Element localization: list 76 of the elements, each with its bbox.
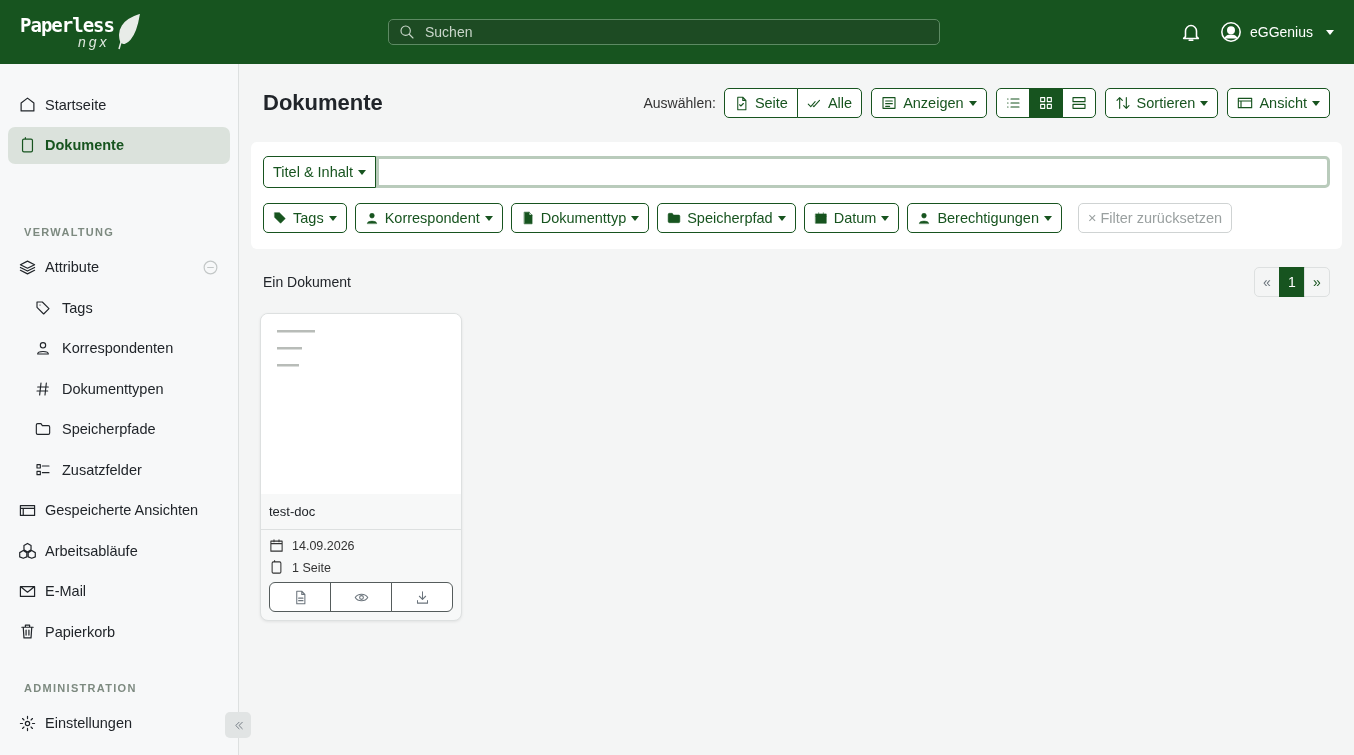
view-button[interactable]: Ansicht <box>1227 88 1330 118</box>
search-icon <box>399 24 415 40</box>
documents-icon <box>19 136 36 154</box>
collapse-icon <box>202 258 219 276</box>
section-heading: ADMINISTRATION <box>23 680 138 696</box>
document-card[interactable]: test-doc 14.09.2026 1 Seite <box>260 313 462 621</box>
sidebar-item[interactable]: E-Mail <box>8 572 98 610</box>
section-heading: VERWALTUNG <box>23 224 116 240</box>
sidebar-item[interactable]: Speicherpfade <box>8 410 167 448</box>
sidebar-item[interactable]: Dokumente <box>8 126 230 164</box>
search-field[interactable]: Suchen <box>388 19 940 45</box>
calendar-icon <box>813 211 828 225</box>
folder-icon <box>35 421 51 437</box>
grid-icon <box>1037 95 1054 111</box>
list-icon <box>1004 95 1021 111</box>
sidebar-item[interactable]: Korrespondenten <box>8 329 185 367</box>
home-icon <box>19 96 36 113</box>
caret-icon <box>1326 29 1334 35</box>
sidebar-item[interactable]: Gespeicherte Ansichten <box>8 491 210 529</box>
person-icon <box>35 340 51 356</box>
select-page-button[interactable]: Seite <box>723 88 798 118</box>
display-button[interactable]: Anzeigen <box>871 88 987 118</box>
filter-dropdown[interactable]: Dokumenttyp <box>510 203 650 233</box>
sidebar-item[interactable]: Zusatzfelder <box>8 451 153 488</box>
sidebar-item[interactable]: Arbeitsabläufe <box>8 532 149 569</box>
page-title: Dokumente <box>263 90 383 116</box>
preview-button[interactable] <box>330 582 392 612</box>
document-date: 14.09.2026 <box>292 538 355 553</box>
filter-dropdown[interactable]: Speicherpfad <box>657 203 796 233</box>
person-icon <box>364 211 379 225</box>
tag-icon <box>35 299 51 316</box>
logo-title: Paperless <box>20 14 114 36</box>
text-box-icon <box>881 95 898 111</box>
layers-icon <box>19 258 36 276</box>
pagination-button[interactable]: » <box>1304 267 1330 297</box>
search-input[interactable]: Suchen <box>423 23 929 41</box>
document-button[interactable] <box>269 582 331 612</box>
folder-icon <box>667 211 682 225</box>
sidebar-item[interactable]: Dokumenttypen <box>8 370 175 407</box>
pagination-button[interactable]: 1 <box>1279 267 1305 297</box>
download-button[interactable] <box>391 582 453 612</box>
download-icon <box>414 589 430 605</box>
filter-dropdown[interactable]: Datum <box>803 203 900 233</box>
user-menu-button[interactable]: eGGenius <box>1219 21 1334 43</box>
view-mode-button[interactable] <box>1061 88 1096 118</box>
result-count: Ein Dokument <box>263 274 351 290</box>
list-icon <box>35 461 51 478</box>
trash-icon <box>19 623 36 640</box>
search-mode-dropdown[interactable]: Titel & Inhalt <box>263 156 377 188</box>
sidebar-item[interactable]: Startseite <box>8 86 230 123</box>
filter-dropdown[interactable]: Berechtigungen <box>907 203 1062 233</box>
sidebar-item[interactable]: Papierkorb <box>8 613 127 650</box>
select-all-button[interactable]: Alle <box>796 88 863 118</box>
sort-icon <box>1114 95 1131 111</box>
hash-icon <box>35 380 51 397</box>
view-mode-button[interactable] <box>995 88 1030 118</box>
sidebar-item[interactable]: Attribute <box>8 248 230 286</box>
avatar-icon <box>1219 21 1242 43</box>
select-label: Auswählen: <box>643 95 716 111</box>
view-mode-button[interactable] <box>1028 88 1063 118</box>
calendar-icon <box>269 538 284 553</box>
logo-subtitle: ngx <box>78 34 110 50</box>
sidebar-item[interactable]: Tags <box>8 289 104 326</box>
tag-icon <box>273 211 287 225</box>
filter-dropdown[interactable]: Korrespondent <box>354 203 503 233</box>
query-field[interactable] <box>376 156 1330 188</box>
sidebar-item[interactable]: Einstellungen <box>8 704 144 742</box>
sort-button[interactable]: Sortieren <box>1104 88 1219 118</box>
window-icon <box>1237 95 1254 111</box>
pages-icon <box>269 560 284 575</box>
cubes-icon <box>19 542 36 559</box>
page-count: 1 Seite <box>292 560 331 575</box>
document-title: test-doc <box>261 494 461 530</box>
leaf-icon <box>115 14 141 50</box>
rows-icon <box>1070 95 1087 111</box>
filter-dropdown[interactable]: Tags <box>263 203 347 233</box>
